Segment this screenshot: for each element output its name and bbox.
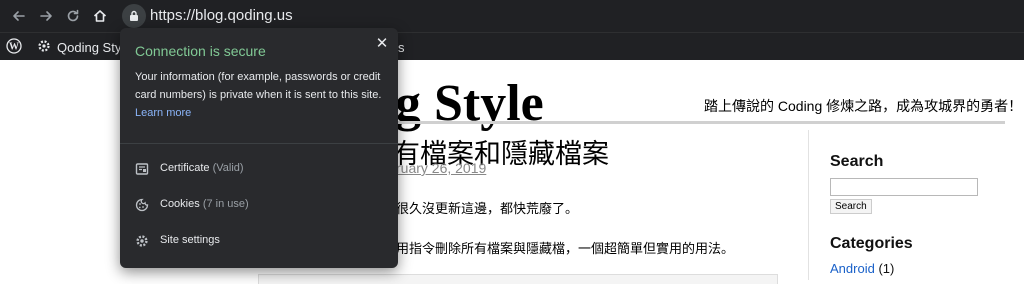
forward-arrow-icon[interactable] xyxy=(36,6,56,26)
sidebar-divider xyxy=(808,130,809,280)
svg-text:W: W xyxy=(9,41,19,52)
cookies-count: (7 in use) xyxy=(202,198,249,210)
certificate-status: (Valid) xyxy=(212,162,244,174)
certificate-icon xyxy=(134,161,150,177)
code-block xyxy=(258,274,778,284)
settings-gear-icon xyxy=(134,233,150,249)
cookie-icon xyxy=(134,197,150,213)
site-tagline: 踏上傳說的 Coding 修煉之路，成為攻城界的勇者！ xyxy=(704,98,1023,114)
category-count: (1) xyxy=(878,261,895,276)
categories-heading: Categories xyxy=(830,235,913,252)
site-settings-row[interactable]: Site settings xyxy=(120,227,398,255)
home-icon[interactable] xyxy=(90,6,110,26)
bookmark-partial-label: s xyxy=(398,39,405,55)
bookmark-label: Qoding Styl xyxy=(57,39,125,55)
lock-icon[interactable] xyxy=(122,4,146,28)
cookies-label: Cookies (7 in use) xyxy=(160,198,249,210)
wordpress-icon: W xyxy=(6,37,22,57)
post-paragraph-2: 用指令刪除所有檔案與隱藏檔，一個超簡單但實用的用法。 xyxy=(396,241,735,256)
certificate-label: Certificate (Valid) xyxy=(160,162,244,174)
learn-more-link[interactable]: Learn more xyxy=(135,107,191,119)
category-link[interactable]: Android xyxy=(830,261,875,276)
category-item: Android (1) xyxy=(830,261,894,276)
site-title[interactable]: g Style xyxy=(395,74,544,133)
connection-description: Your information (for example, passwords… xyxy=(135,68,385,122)
search-input[interactable] xyxy=(830,178,978,196)
site-settings-label: Site settings xyxy=(160,234,220,246)
address-bar-url[interactable]: https://blog.qoding.us xyxy=(150,7,293,24)
cookies-text: Cookies xyxy=(160,198,200,210)
search-button[interactable]: Search xyxy=(830,199,872,214)
reload-icon[interactable] xyxy=(63,6,83,26)
back-arrow-icon[interactable] xyxy=(9,6,29,26)
bookmark-wordpress[interactable]: W xyxy=(6,37,22,57)
search-heading: Search xyxy=(830,153,884,170)
popup-divider xyxy=(120,143,398,144)
settings-gear-icon xyxy=(37,39,51,56)
certificate-row[interactable]: Certificate (Valid) xyxy=(120,155,398,183)
close-icon[interactable]: ✕ xyxy=(372,33,392,53)
certificate-text: Certificate xyxy=(160,162,210,174)
bookmark-qoding-style[interactable]: Qoding Styl xyxy=(37,37,124,57)
bookmark-partial[interactable]: s xyxy=(398,37,405,57)
connection-status-title: Connection is secure xyxy=(135,43,266,59)
post-date[interactable]: ruary 26, 2019 xyxy=(396,160,486,176)
connection-description-text: Your information (for example, passwords… xyxy=(135,71,382,101)
site-info-popup: Connection is secure ✕ Your information … xyxy=(120,28,398,268)
cookies-row[interactable]: Cookies (7 in use) xyxy=(120,191,398,219)
post-paragraph-1: 很久沒更新這邊，都快荒廢了。 xyxy=(396,201,579,216)
